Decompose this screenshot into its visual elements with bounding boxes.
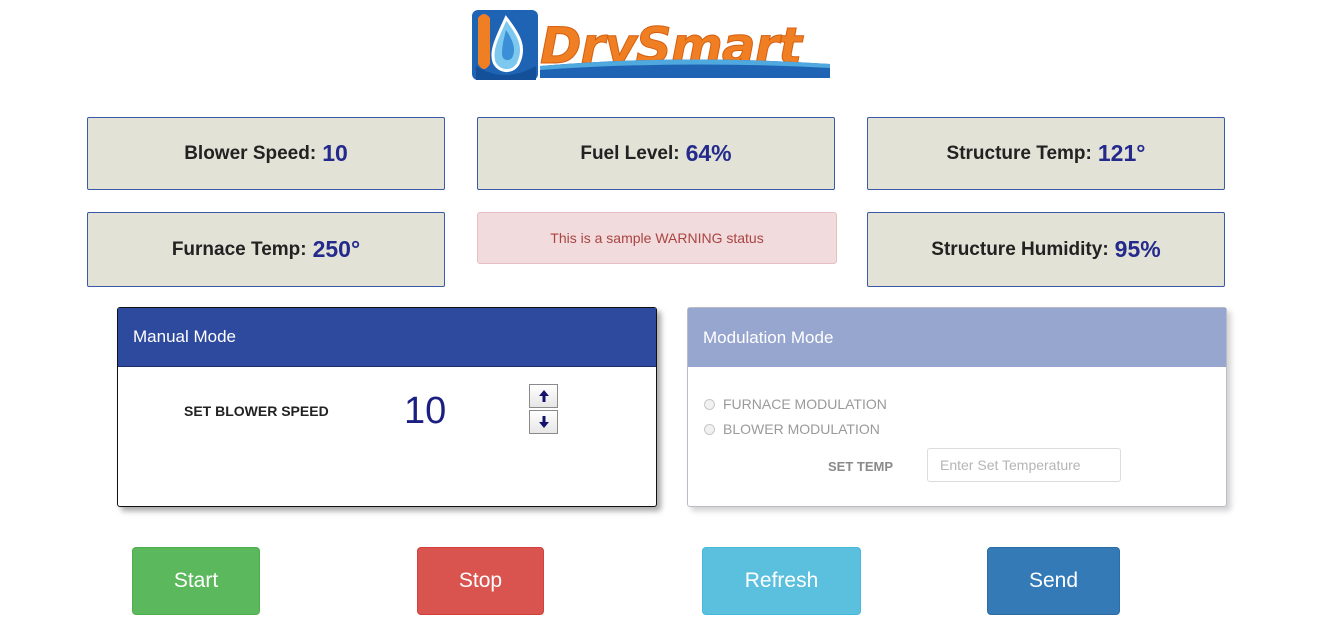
stat-structure-temp: Structure Temp: 121° bbox=[867, 117, 1225, 190]
warning-status: This is a sample WARNING status bbox=[477, 212, 837, 264]
stat-label: Structure Humidity: bbox=[931, 238, 1109, 260]
manual-mode-panel: Manual Mode SET BLOWER SPEED 10 bbox=[117, 307, 657, 507]
stat-label: Fuel Level: bbox=[580, 142, 680, 164]
stat-fuel-level: Fuel Level: 64% bbox=[477, 117, 835, 190]
modulation-mode-header: Modulation Mode bbox=[688, 308, 1226, 367]
arrow-up-icon bbox=[538, 390, 549, 402]
blower-speed-up-button[interactable] bbox=[529, 384, 558, 408]
set-temp-label: SET TEMP bbox=[828, 459, 894, 474]
stat-value: 95% bbox=[1114, 236, 1161, 262]
blower-speed-down-button[interactable] bbox=[529, 410, 558, 434]
stat-label: Furnace Temp: bbox=[171, 238, 307, 260]
furnace-modulation-option[interactable]: FURNACE MODULATION bbox=[704, 396, 887, 412]
stat-value: 64% bbox=[685, 140, 732, 166]
set-temp-input[interactable] bbox=[927, 448, 1121, 482]
modulation-mode-panel: Modulation Mode FURNACE MODULATION BLOWE… bbox=[687, 307, 1227, 507]
arrow-down-icon bbox=[538, 416, 549, 428]
blower-modulation-option[interactable]: BLOWER MODULATION bbox=[704, 421, 880, 437]
drysmart-logo: DrySmart bbox=[470, 4, 834, 84]
stat-label: Blower Speed: bbox=[184, 142, 317, 164]
blower-modulation-radio[interactable] bbox=[704, 423, 715, 435]
manual-mode-header: Manual Mode bbox=[118, 308, 656, 367]
stat-value: 121° bbox=[1097, 140, 1146, 166]
set-blower-speed-label: SET BLOWER SPEED bbox=[184, 403, 329, 419]
stat-value: 250° bbox=[312, 236, 361, 262]
send-button[interactable]: Send bbox=[987, 547, 1120, 615]
logo-swoosh bbox=[540, 59, 830, 78]
refresh-button[interactable]: Refresh bbox=[702, 547, 861, 615]
stat-furnace-temp: Furnace Temp: 250° bbox=[87, 212, 445, 287]
drysmart-dashboard: DrySmart Blower Speed: 10 Fuel Level: 64… bbox=[0, 0, 1322, 627]
start-button[interactable]: Start bbox=[132, 547, 260, 615]
stat-blower-speed: Blower Speed: 10 bbox=[87, 117, 445, 190]
water-drop-icon bbox=[472, 10, 538, 80]
blower-speed-value: 10 bbox=[404, 390, 447, 432]
stat-label: Structure Temp: bbox=[946, 142, 1092, 164]
stat-structure-humidity: Structure Humidity: 95% bbox=[867, 212, 1225, 287]
furnace-modulation-label: FURNACE MODULATION bbox=[723, 396, 887, 412]
stat-value: 10 bbox=[322, 140, 348, 166]
blower-modulation-label: BLOWER MODULATION bbox=[723, 421, 880, 437]
furnace-modulation-radio[interactable] bbox=[704, 398, 715, 410]
stop-button[interactable]: Stop bbox=[417, 547, 544, 615]
